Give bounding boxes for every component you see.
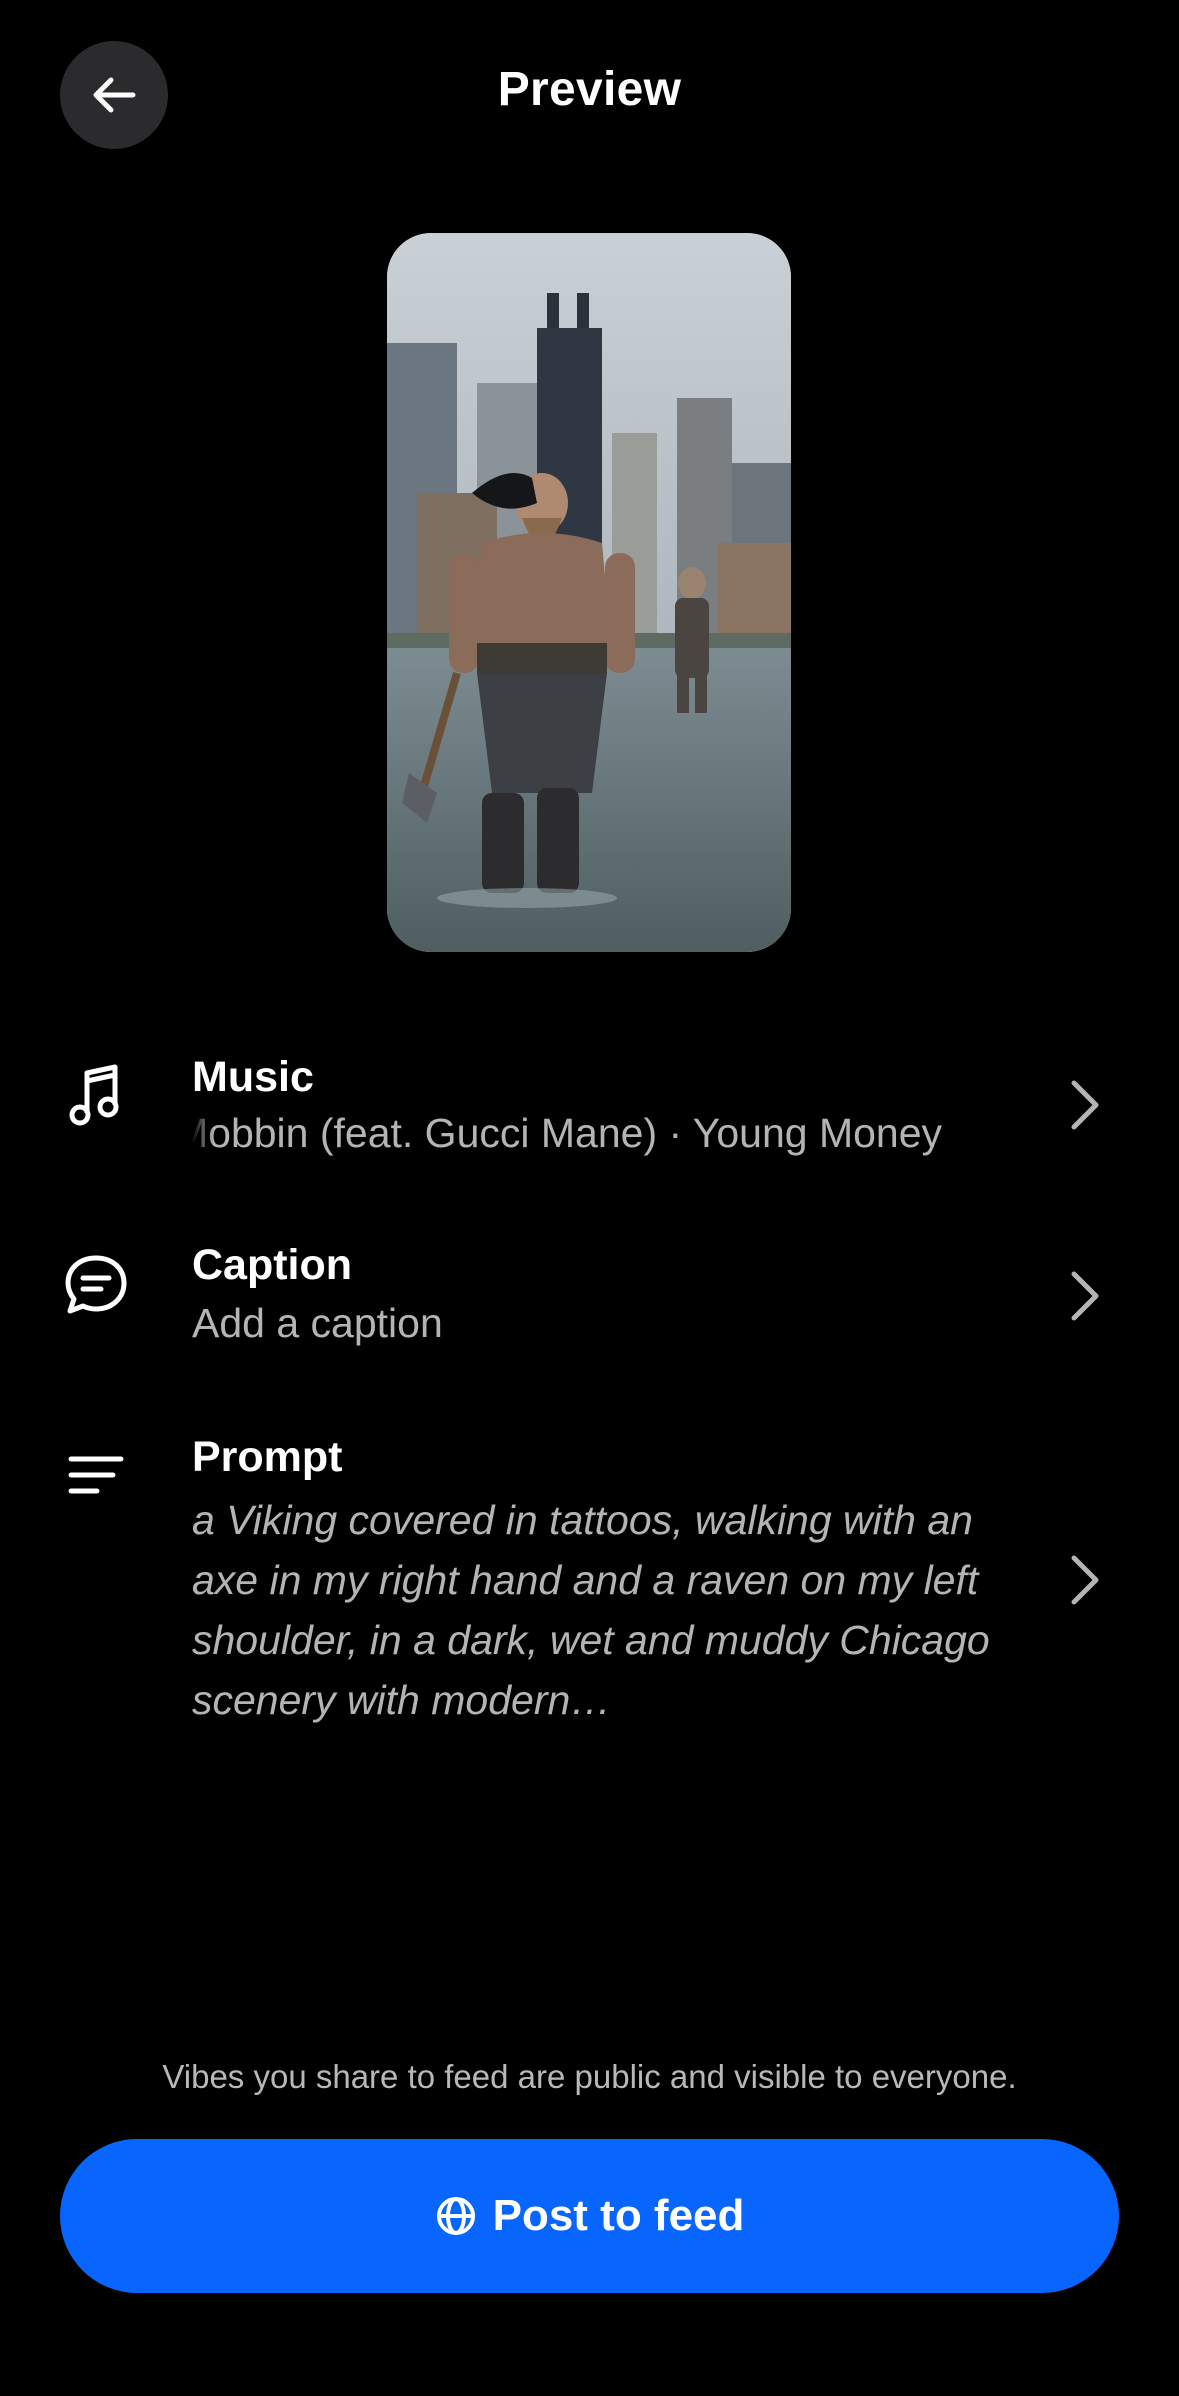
globe-icon (436, 2197, 475, 2235)
preview-image (387, 233, 791, 952)
page-title: Preview (497, 63, 682, 116)
music-title: Music (192, 1053, 314, 1101)
caption-title: Caption (192, 1241, 353, 1289)
caption-row[interactable] (0, 1230, 1179, 1370)
caption-placeholder[interactable]: Add a caption (192, 1300, 443, 1347)
post-to-feed-button[interactable]: Post to feed (60, 2139, 1119, 2293)
caption-chevron-right-icon (1060, 1266, 1110, 1326)
music-track-text: Mobbin (feat. Gucci Mane) · Young Money (192, 1110, 943, 1156)
preview-screen: Preview Music Mobbin (feat. Gucci Mane) … (0, 0, 1179, 2396)
post-to-feed-label: Post to feed (492, 2191, 745, 2240)
public-visibility-disclaimer: Vibes you share to feed are public and v… (162, 2058, 1017, 2095)
text-lines-icon (56, 1435, 136, 1515)
music-track-marquee: Mobbin (feat. Gucci Mane) · Young Money (192, 1110, 1012, 1157)
music-note-icon (56, 1055, 136, 1135)
video-preview-thumbnail[interactable] (387, 233, 791, 952)
prompt-title: Prompt (192, 1433, 343, 1481)
music-chevron-right-icon (1060, 1075, 1110, 1135)
prompt-text: a Viking covered in tattoos, walking wit… (192, 1497, 990, 1723)
prompt-chevron-right-icon (1060, 1550, 1110, 1610)
speech-bubble-icon (56, 1245, 136, 1325)
